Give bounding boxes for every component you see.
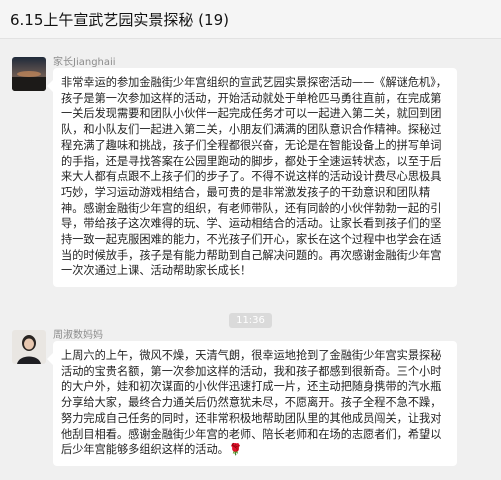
avatar-landscape-image [12,57,46,91]
timestamp: 11:36 [229,313,272,328]
message-text: 非常幸运的参加金融街少年宫组织的宣武艺园实景探密活动——《解谜危机》，孩子是第一… [61,76,447,278]
sender-name: 周淑数妈妈 [53,330,103,341]
avatar-person-image [12,330,46,364]
avatar[interactable] [12,57,46,91]
sender-name: 家长Jianghaii [53,57,116,68]
rose-emoji: 🌹 [228,443,243,457]
avatar[interactable] [12,330,46,364]
message-bubble[interactable]: 非常幸运的参加金融街少年宫组织的宣武艺园实景探密活动——《解谜危机》，孩子是第一… [47,68,457,288]
timestamp-divider: 11:36 [0,308,501,328]
message-text: 上周六的上午，微风不燥，天清气朗，很幸运地抢到了金融街少年宫实景探秘活动的宝贵名… [61,349,442,457]
chat-title: 6.15上午宣武艺园实景探秘 (19) [10,11,229,29]
chat-header: 6.15上午宣武艺园实景探秘 (19) [0,0,501,39]
message-bubble[interactable]: 上周六的上午，微风不燥，天清气朗，很幸运地抢到了金融街少年宫实景探秘活动的宝贵名… [47,341,457,466]
